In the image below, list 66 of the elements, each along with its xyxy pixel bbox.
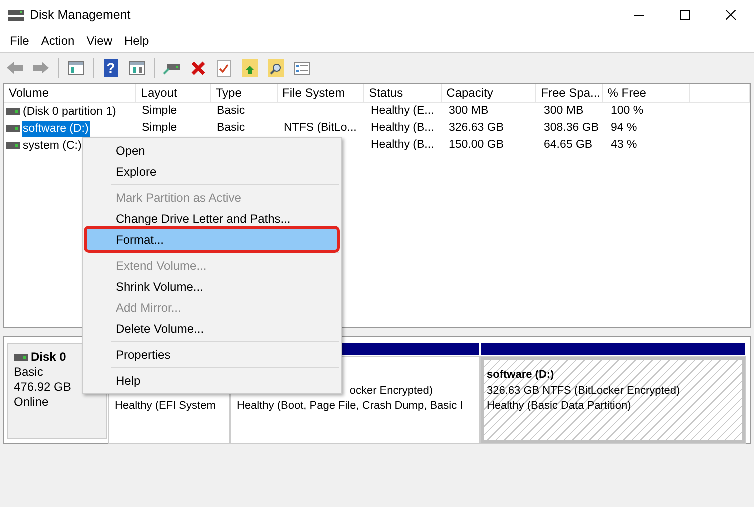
context-menu-item[interactable]: Format... <box>87 229 337 250</box>
context-menu-item[interactable]: Shrink Volume... <box>83 276 341 297</box>
table-cell: 300 MB <box>449 105 489 117</box>
partition-details: ocker Encrypted) <box>350 384 433 396</box>
partition-details: 326.63 GB NTFS (BitLocker Encrypted) <box>487 384 680 396</box>
column-header[interactable]: % Free <box>602 84 690 102</box>
table-cell: 43 % <box>611 139 638 151</box>
partition-status: Healthy (Boot, Page File, Crash Dump, Basic I <box>237 400 464 412</box>
close-icon <box>726 10 736 20</box>
context-menu-item[interactable]: Delete Volume... <box>83 318 341 339</box>
console-tree-icon[interactable] <box>68 61 84 75</box>
volume-name[interactable]: software (D:) <box>22 120 90 136</box>
disk-name: Disk 0 <box>31 350 66 365</box>
table-cell: 94 % <box>611 122 638 134</box>
column-header[interactable]: Layout <box>136 84 211 102</box>
column-header[interactable]: Capacity <box>442 84 536 102</box>
forward-arrow-icon[interactable] <box>32 61 50 75</box>
menu-item[interactable]: Action <box>35 34 81 48</box>
disk-type: Basic <box>14 365 44 380</box>
window-title: Disk Management <box>30 8 131 22</box>
column-header[interactable]: Type <box>210 84 278 102</box>
toolbar-button[interactable]: ? <box>100 57 122 79</box>
disk-drive-icon <box>8 8 24 22</box>
table-cell: 326.63 GB <box>449 122 504 134</box>
table-cell: 150.00 GB <box>449 139 504 151</box>
menu-item[interactable]: Help <box>118 34 156 48</box>
maximize-icon <box>680 10 690 20</box>
table-cell: 308.36 GB <box>544 122 599 134</box>
context-menu-item[interactable]: Change Drive Letter and Paths... <box>83 208 341 229</box>
partition-block[interactable]: software (D:) 326.63 GB NTFS (BitLocker Encrypted) Healthy (Basic Data Partition) <box>481 357 745 443</box>
disk-status: Online <box>14 395 50 410</box>
drive-icon <box>6 142 20 149</box>
table-cell: Simple <box>142 122 178 134</box>
list-icon[interactable] <box>294 62 310 74</box>
table-cell: NTFS (BitLo... <box>284 122 357 134</box>
drive-icon <box>6 108 20 115</box>
column-header[interactable]: Free Spa... <box>536 84 603 102</box>
partition-name: software (D:) <box>487 369 554 381</box>
partition-status: Healthy (Basic Data Partition) <box>487 400 632 412</box>
disk-size: 476.92 GB <box>14 380 72 395</box>
table-cell: Basic <box>217 122 246 134</box>
help-icon[interactable]: ? <box>104 59 118 77</box>
table-cell: 300 MB <box>544 105 584 117</box>
column-header[interactable]: Status <box>364 84 442 102</box>
column-header[interactable]: Volume <box>4 84 136 102</box>
menu-item[interactable]: View <box>80 34 118 48</box>
delete-icon[interactable] <box>190 60 206 76</box>
context-menu-item[interactable]: Open <box>83 140 341 161</box>
table-cell: Healthy (B... <box>371 122 434 134</box>
volume-name[interactable]: system (C:) <box>22 138 83 154</box>
table-cell: Healthy (B... <box>371 139 434 151</box>
table-cell: 64.65 GB <box>544 139 593 151</box>
table-cell: Simple <box>142 105 178 117</box>
back-arrow-icon[interactable] <box>6 61 24 75</box>
drive-cable-icon[interactable] <box>163 61 181 75</box>
column-header[interactable]: File System <box>278 84 364 102</box>
checklist-icon[interactable] <box>217 60 231 76</box>
table-cell: Healthy (E... <box>371 105 434 117</box>
table-cell: Basic <box>217 105 246 117</box>
drive-icon <box>6 125 20 132</box>
volume-name[interactable]: (Disk 0 partition 1) <box>22 104 118 120</box>
partition-status: Healthy (EFI System <box>115 400 216 412</box>
context-menu-item[interactable]: Explore <box>83 161 341 182</box>
menu-item[interactable]: File <box>4 34 36 48</box>
table-cell: 100 % <box>611 105 644 117</box>
action-pane-icon[interactable] <box>129 61 145 75</box>
